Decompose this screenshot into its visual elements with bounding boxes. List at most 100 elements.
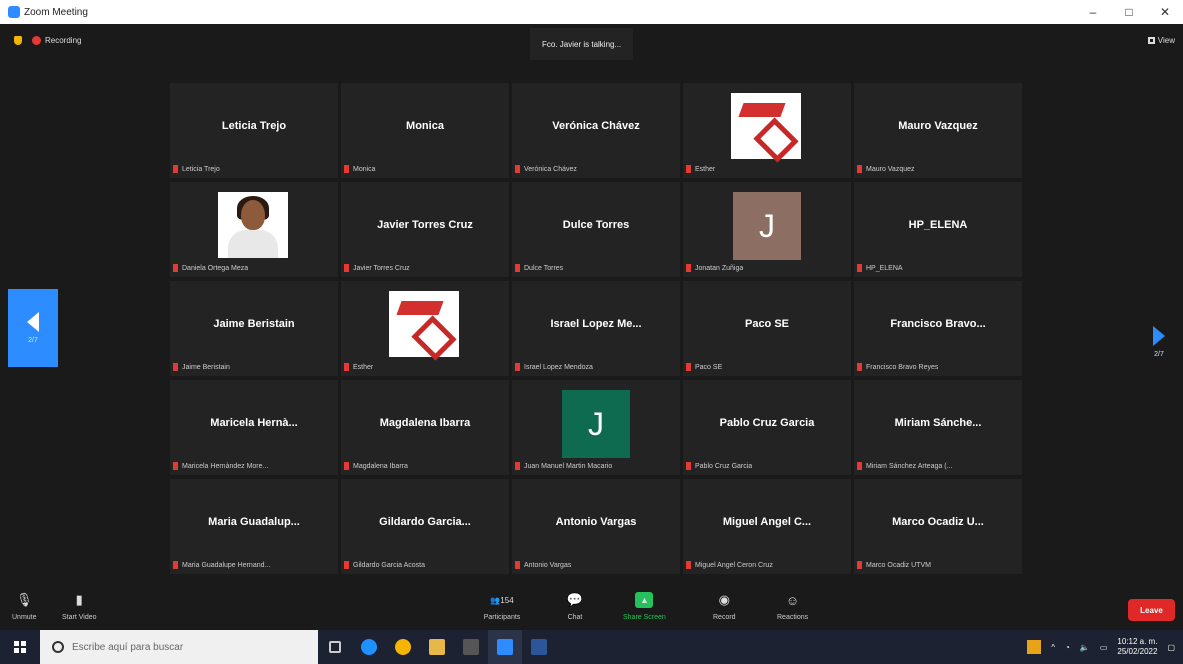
participant-name-label: Leticia Trejo	[173, 165, 220, 173]
recording-indicator[interactable]: Recording	[14, 36, 81, 45]
volume-icon[interactable]: 🔈	[1080, 643, 1090, 652]
participant-tile[interactable]: Jaime Beristain Jaime Beristain	[170, 281, 338, 376]
window-title: Zoom Meeting	[24, 6, 88, 18]
active-speaker-banner: Fco. Javier is talking...	[530, 28, 634, 60]
cortana-icon	[52, 641, 64, 653]
participant-label-text: Miriam Sánchez Arteaga (...	[866, 462, 953, 470]
participant-tile[interactable]: Paco SE Paco SE	[683, 281, 851, 376]
leave-button[interactable]: Leave	[1128, 599, 1175, 621]
word-icon[interactable]	[522, 630, 556, 664]
previous-page-button[interactable]: 2/7	[8, 289, 58, 367]
participant-display-name: Javier Torres Cruz	[377, 219, 473, 231]
maximize-button[interactable]: □	[1111, 0, 1147, 24]
participant-tile[interactable]: Dulce Torres Dulce Torres	[512, 182, 680, 277]
participant-tile[interactable]: Miriam Sánche... Miriam Sánchez Arteaga (…	[854, 380, 1022, 475]
participant-tile[interactable]: Verónica Chávez Verónica Chávez	[512, 83, 680, 178]
participant-name-label: Pablo Cruz Garcia	[686, 462, 752, 470]
muted-mic-icon	[857, 363, 862, 371]
participant-tile[interactable]: Mauro Vazquez Mauro Vazquez	[854, 83, 1022, 178]
participant-tile[interactable]: Magdalena Ibarra Magdalena Ibarra	[341, 380, 509, 475]
file-explorer-icon[interactable]	[420, 630, 454, 664]
participant-tile[interactable]: Esther	[341, 281, 509, 376]
participant-label-text: Juan Manuel Martin Macario	[524, 462, 613, 470]
participant-label-text: Mauro Vazquez	[866, 165, 915, 173]
participant-label-text: Verónica Chávez	[524, 165, 577, 173]
chrome-icon[interactable]	[386, 630, 420, 664]
participant-tile[interactable]: Gildardo Garcia... Gildardo Garcia Acosta	[341, 479, 509, 574]
participant-gallery: Leticia Trejo Leticia Trejo Monica Monica Ve…	[170, 83, 1022, 580]
participant-display-name: Magdalena Ibarra	[379, 417, 471, 429]
participant-logo-image	[389, 291, 459, 361]
page-indicator-left: 2/7	[28, 337, 38, 344]
participant-label-text: Marco Ocadiz UTVM	[866, 561, 931, 569]
participant-tile[interactable]: Daniela Ortega Meza	[170, 182, 338, 277]
participant-tile[interactable]: Miguel Angel C... Miguel Angel Ceron Cruz	[683, 479, 851, 574]
muted-mic-icon	[173, 561, 178, 569]
muted-mic-icon	[344, 165, 349, 173]
muted-mic-icon	[686, 363, 691, 371]
unmute-label: Unmute	[12, 614, 37, 621]
next-page-button[interactable]: 2/7	[1139, 312, 1179, 372]
unmute-button[interactable]: 🎙 Unmute	[12, 592, 37, 621]
taskbar-clock[interactable]: 10:12 a. m. 25/02/2022	[1117, 637, 1157, 657]
app-window-icon[interactable]	[454, 630, 488, 664]
participant-name-label: Magdalena Ibarra	[344, 462, 408, 470]
start-button[interactable]	[0, 630, 40, 664]
participant-tile[interactable]: Maricela Hernà... Maricela Hernàndez More…	[170, 380, 338, 475]
muted-mic-icon	[515, 561, 520, 569]
muted-mic-icon	[344, 561, 349, 569]
zoom-taskbar-icon[interactable]	[488, 630, 522, 664]
participant-label-text: Miguel Angel Ceron Cruz	[695, 561, 773, 569]
participant-display-name: Francisco Bravo...	[890, 318, 986, 330]
participant-label-text: Francisco Bravo Reyes	[866, 363, 939, 371]
minimize-button[interactable]: –	[1075, 0, 1111, 24]
participant-tile[interactable]: Javier Torres Cruz Javier Torres Cruz	[341, 182, 509, 277]
participant-tile[interactable]: Monica Monica	[341, 83, 509, 178]
participant-name-label: Daniela Ortega Meza	[173, 264, 248, 272]
action-center-icon[interactable]: ▢	[1167, 643, 1175, 652]
participant-tile[interactable]: HP_ELENA HP_ELENA	[854, 182, 1022, 277]
network-icon[interactable]: ◔	[1065, 643, 1070, 652]
notification-app-icon[interactable]	[1027, 640, 1042, 654]
view-button[interactable]: View	[1147, 36, 1175, 45]
keyboard-icon[interactable]: ▭	[1100, 643, 1108, 652]
reactions-button[interactable]: ☺ Reactions	[777, 592, 808, 622]
chat-icon: 💬	[566, 592, 584, 607]
windows-logo-icon	[14, 641, 26, 653]
chevron-up-icon[interactable]: ^	[1051, 643, 1055, 652]
participant-tile[interactable]: Leticia Trejo Leticia Trejo	[170, 83, 338, 178]
participant-display-name: Pablo Cruz Garcia	[719, 417, 815, 429]
muted-mic-icon	[515, 462, 520, 470]
participant-name-label: Dulce Torres	[515, 264, 563, 272]
participant-tile[interactable]: Marco Ocadiz U... Marco Ocadiz UTVM	[854, 479, 1022, 574]
share-screen-button[interactable]: ▲ Share Screen	[623, 592, 666, 621]
security-shield-icon[interactable]	[14, 36, 22, 45]
close-button[interactable]: ✕	[1147, 0, 1183, 24]
participant-display-name: Miriam Sánche...	[894, 417, 982, 429]
participant-name-label: Jonatan Zuñiga	[686, 264, 743, 272]
edge-icon[interactable]	[352, 630, 386, 664]
participant-tile[interactable]: Israel Lopez Me... Israel Lopez Mendoza	[512, 281, 680, 376]
participant-tile[interactable]: Esther	[683, 83, 851, 178]
task-view-icon[interactable]	[318, 630, 352, 664]
chat-button[interactable]: 💬 Chat	[566, 592, 584, 621]
participant-tile[interactable]: Pablo Cruz Garcia Pablo Cruz Garcia	[683, 380, 851, 475]
muted-mic-icon	[173, 462, 178, 470]
record-label: Record	[713, 614, 736, 621]
participant-tile[interactable]: Francisco Bravo... Francisco Bravo Reyes	[854, 281, 1022, 376]
participant-tile[interactable]: J Juan Manuel Martin Macario	[512, 380, 680, 475]
record-button[interactable]: ◉ Record	[713, 592, 736, 621]
participant-profile-photo	[218, 192, 288, 258]
grid-view-icon	[1147, 37, 1155, 44]
participant-tile[interactable]: Maria Guadalup... Maria Guadalupe Hernand…	[170, 479, 338, 574]
share-screen-icon: ▲	[635, 592, 654, 608]
page-indicator-right: 2/7	[1154, 351, 1164, 358]
taskbar-search[interactable]: Escribe aquí para buscar	[40, 630, 318, 664]
participant-tile[interactable]: Antonio Vargas Antonio Vargas	[512, 479, 680, 574]
participant-logo-image	[731, 93, 801, 163]
clock-time: 10:12 a. m.	[1117, 637, 1158, 646]
participant-tile[interactable]: J Jonatan Zuñiga	[683, 182, 851, 277]
start-video-button[interactable]: ▮ Start Video	[62, 592, 97, 621]
participants-button[interactable]: 👥 154 Participants	[482, 592, 522, 622]
muted-mic-icon	[857, 561, 862, 569]
